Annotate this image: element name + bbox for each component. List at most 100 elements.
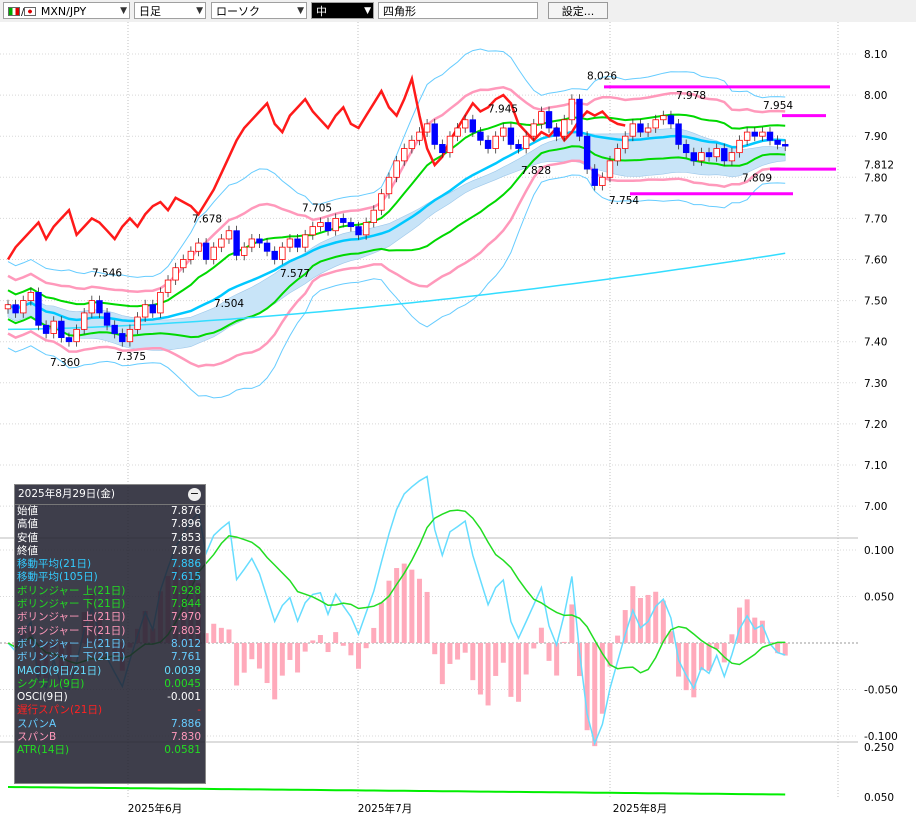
osci-bar	[660, 600, 666, 643]
candle-up	[446, 135, 454, 154]
osci-bar	[698, 643, 704, 671]
data-window-header: 2025年8月29日(金) −	[15, 485, 205, 505]
symbol-select[interactable]: / MXN/JPY ▼	[3, 2, 130, 19]
line-width-select[interactable]: 中 ▼	[311, 2, 374, 19]
price-annotation: 7.978	[676, 90, 706, 102]
data-window[interactable]: 2025年8月29日(金) − 始値 7.876 高値 7.896 安値 7.853 終値 7…	[14, 484, 206, 784]
candle-down	[355, 226, 362, 236]
candle-up	[743, 131, 751, 141]
candle-up	[370, 209, 377, 223]
toolbar: / MXN/JPY ▼ 日足 ▼ ローソク ▼ 中 ▼ 四角形 設定...	[0, 0, 916, 22]
data-window-row-value: 7.886	[170, 717, 201, 730]
data-window-row: ボリンジャー 上(21日) 8.012	[15, 638, 205, 651]
candle-up	[622, 135, 629, 149]
candle-up	[561, 119, 568, 137]
candle-up	[332, 217, 339, 232]
osci-bar	[721, 643, 727, 663]
candle-up	[599, 176, 606, 186]
candle-down	[782, 144, 789, 147]
price-annotation: 7.360	[50, 357, 80, 369]
candle-up	[522, 135, 530, 149]
candle-up	[301, 234, 309, 248]
candle-down	[721, 148, 728, 162]
osci-bar	[455, 643, 461, 660]
price-annotation: 7.809	[742, 173, 772, 185]
data-window-row: ボリンジャー 下(21日) 7.761	[15, 651, 205, 664]
y-tick-label: 8.00	[864, 90, 887, 102]
data-window-row-value: 7.970	[170, 611, 201, 624]
period-select[interactable]: 日足 ▼	[134, 2, 206, 19]
data-window-row: 高値 7.896	[15, 518, 205, 531]
osci-bar	[759, 620, 765, 643]
minimize-icon[interactable]: −	[188, 488, 201, 501]
data-window-rows: 始値 7.876 高値 7.896 安値 7.853 終値 7.876 移動平均(21日) 7.8…	[15, 505, 205, 758]
data-window-row-label: スパンA	[17, 717, 57, 730]
candle-down	[515, 144, 522, 149]
candle-down	[263, 242, 271, 252]
data-window-row: ボリンジャー 下(21日) 7.844	[15, 598, 205, 611]
candle-up	[644, 127, 652, 133]
osci-bar	[439, 643, 445, 685]
osci-bar	[424, 591, 430, 643]
data-window-row-value: 0.0039	[164, 664, 201, 677]
data-window-row: 安値 7.853	[15, 532, 205, 545]
atr-y-tick-label: 0.050	[864, 792, 894, 804]
osci-bar	[310, 640, 316, 643]
candle-up	[210, 246, 217, 260]
osci-bar	[546, 643, 552, 661]
candle-down	[507, 127, 515, 145]
candle-up	[416, 131, 423, 141]
chevron-down-icon: ▼	[364, 6, 371, 16]
y-tick-label: 7.20	[864, 419, 887, 431]
candle-up	[568, 98, 576, 121]
chevron-down-icon: ▼	[297, 6, 304, 16]
data-window-row-label: 移動平均(21日)	[17, 558, 92, 571]
candle-up	[728, 152, 736, 162]
candle-down	[103, 312, 111, 326]
y-tick-label: 7.50	[864, 296, 887, 308]
data-window-row: MACD(9日/21日) 0.0039	[15, 665, 205, 678]
data-window-row-label: シグナル(9日)	[17, 677, 85, 690]
candle-up	[652, 119, 659, 129]
osci-bar	[317, 635, 323, 643]
data-window-row: ボリンジャー 下(21日) 7.803	[15, 625, 205, 638]
candle-up	[530, 123, 537, 137]
osci-bar	[752, 617, 758, 643]
data-window-row: ATR(14日) 0.0581	[15, 744, 205, 757]
data-window-row-label: ボリンジャー 上(21日)	[17, 584, 126, 597]
candle-down	[96, 300, 103, 314]
shape-select[interactable]: 四角形	[378, 2, 538, 19]
data-window-row-value: -0.001	[167, 691, 201, 704]
candle-up	[492, 135, 499, 149]
candle-up	[195, 242, 202, 252]
candle-down	[431, 123, 438, 145]
candle-up	[27, 291, 35, 302]
osci-bar	[295, 643, 301, 673]
data-window-row-value: 7.830	[170, 731, 201, 744]
price-annotation: 8.026	[587, 70, 617, 82]
x-tick-label: 2025年6月	[128, 802, 182, 815]
candle-down	[119, 333, 126, 343]
candle-down	[202, 242, 210, 260]
osci-bar	[493, 643, 499, 676]
chart-type-select[interactable]: ローソク ▼	[211, 2, 307, 19]
candle-down	[111, 324, 118, 334]
osci-bar	[744, 599, 750, 643]
candle-up	[401, 148, 408, 162]
price-annotation: 7.375	[116, 351, 146, 363]
bollinger-3-lower	[7, 174, 786, 399]
candle-down	[774, 139, 781, 145]
osci-bar	[500, 643, 506, 663]
candle-up	[241, 246, 248, 256]
candle-up	[4, 304, 12, 310]
settings-button[interactable]: 設定...	[548, 2, 608, 19]
x-tick-label: 2025年8月	[613, 802, 667, 815]
data-window-row-label: 始値	[17, 505, 38, 517]
macd-y-tick-label: 0.050	[864, 592, 894, 604]
osci-bar	[356, 643, 362, 669]
candle-up	[309, 226, 316, 236]
candle-up	[454, 127, 461, 137]
osci-bar	[218, 627, 224, 643]
candle-down	[149, 304, 156, 314]
y-tick-label: 7.70	[864, 213, 887, 225]
